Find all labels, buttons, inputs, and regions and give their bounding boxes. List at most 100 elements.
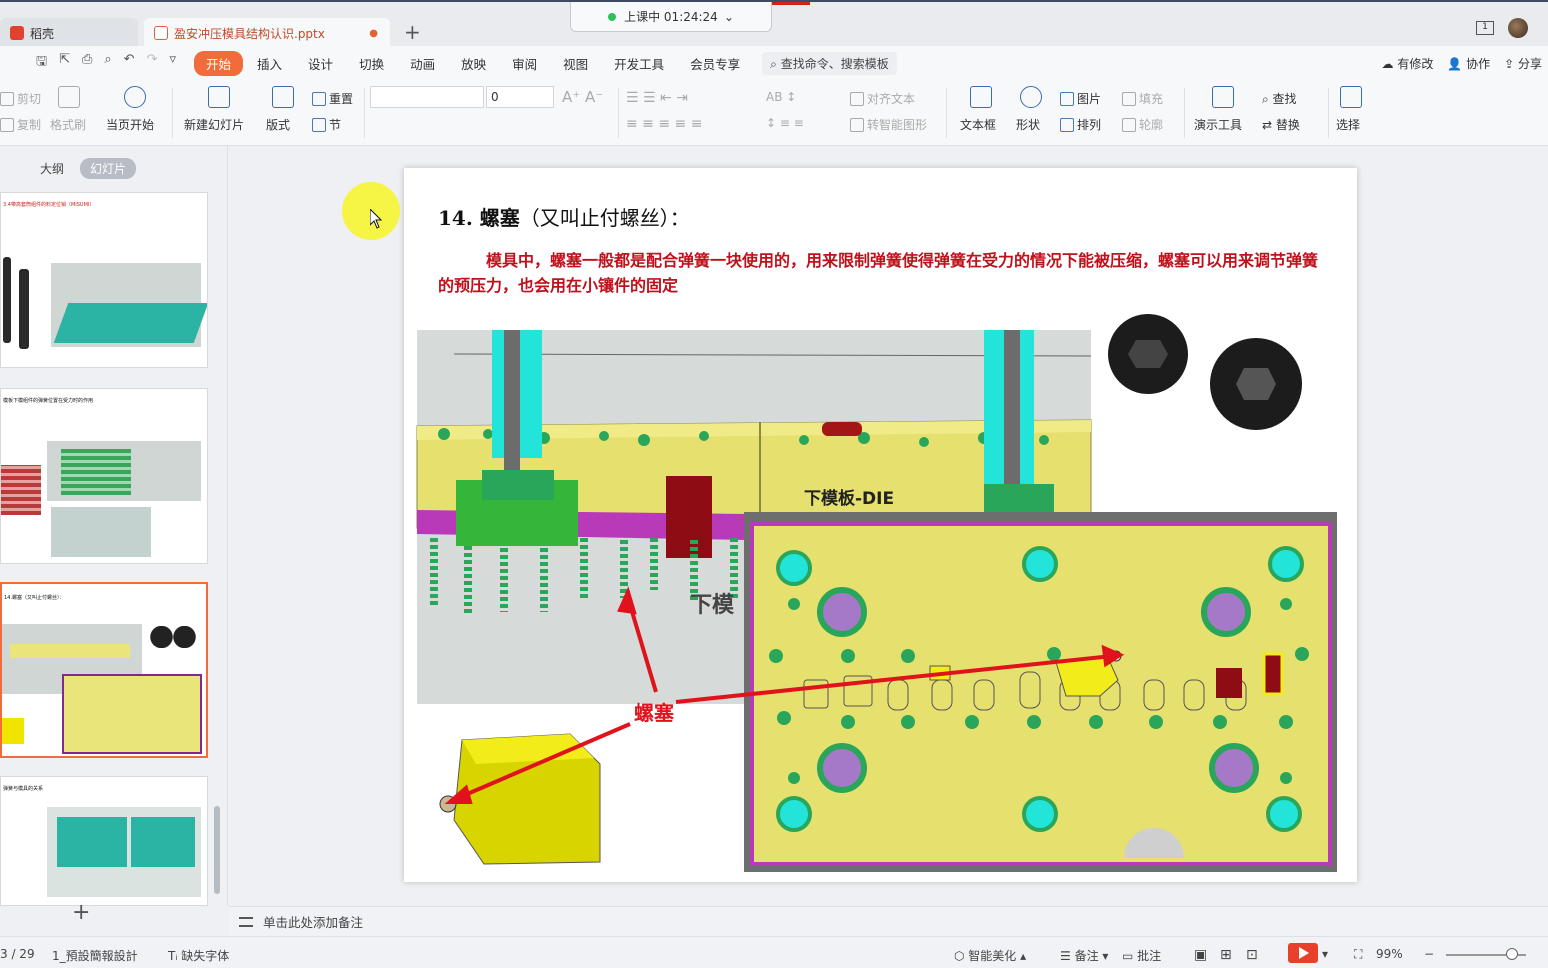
menu-developer[interactable]: 开发工具 [602,51,676,76]
menu-transition[interactable]: 切换 [347,51,396,76]
beautify-button[interactable]: ⬡ 智能美化 ▴ [954,947,1026,964]
fill-button[interactable]: 填充 [1122,90,1163,107]
layout-button[interactable]: 版式 [266,116,290,133]
zoom-out-icon[interactable]: − [1424,947,1434,961]
current-slide[interactable]: 14. 螺塞（又叫止付螺丝）： 模具中，螺塞一般都是配合弹簧一块使用的，用来限制… [404,168,1357,882]
beautify-icon: ⬡ [954,949,969,963]
fit-window-icon[interactable]: ⛶ [1354,947,1362,962]
green-bushing [984,484,1054,514]
picture-button[interactable]: 图片 [1060,90,1101,107]
title-bar: 稻壳 盈安冲压模具结构认识.pptx ● + 上课中 01:24:24 ⌄ 1 [0,0,1548,48]
slide-thumbnail-4[interactable]: 弹簧与模具的关系 [0,776,208,906]
reading-view-icon[interactable]: ⊡ [1246,947,1258,963]
text-direction-icon[interactable]: AB ↕ [766,90,796,104]
tab-outline[interactable]: 大纲 [30,158,74,179]
tab-home[interactable]: 稻壳 [0,18,138,48]
class-timer[interactable]: 上课中 01:24:24 ⌄ [570,2,772,32]
thumb-image [53,303,207,343]
print-preview-icon[interactable]: ⌕ [104,52,111,74]
divider [618,88,619,138]
chevron-down-icon[interactable]: ⌄ [724,10,734,24]
unsaved-dot-icon[interactable]: ● [369,28,378,39]
slide-panel: 大纲 幻灯片 3.4带高套筒组件的料定位销（MISUMI） 模板下模组件的弹簧位… [0,146,228,925]
thumb-title: 模板下模组件的弹簧位置在受力时的作用 [3,398,94,404]
die-figure[interactable]: 下模板-DIE 下模 螺塞 [404,168,1357,882]
textbox-button[interactable]: 文本框 [960,116,996,133]
slide-thumbnail-2[interactable]: 模板下模组件的弹簧位置在受力时的作用 [0,388,208,564]
layout-icon [272,86,294,108]
tab-home-label: 稻壳 [30,26,55,41]
add-slide-icon[interactable]: + [72,900,90,925]
new-slide-button[interactable]: 新建幻灯片 [184,116,244,133]
add-tab-icon[interactable]: + [404,20,421,44]
collaborate-label: 协作 [1466,56,1491,71]
print-icon[interactable]: ⎙ [82,52,92,74]
paragraph-align-icon[interactable]: ≡ ≡ ≡ ≡ ≡ [626,116,702,132]
command-search[interactable]: ⌕ 查找命令、搜索模板 [762,51,897,75]
menu-home[interactable]: 开始 [194,50,244,76]
missing-font-button[interactable]: Tᵢ 缺失字体 [168,947,229,964]
shape-button[interactable]: 形状 [1016,116,1040,133]
font-size-select[interactable]: 0 [486,86,554,108]
find-button[interactable]: ⌕ 查找 [1262,90,1297,107]
changes-button[interactable]: ☁ 有修改 [1381,55,1433,72]
grow-font-icon[interactable]: A⁺ A⁻ [562,88,603,106]
copy-button[interactable]: 复制 [0,116,41,133]
comments-toggle[interactable]: ▭ 批注 [1122,947,1161,964]
replace-button[interactable]: ⇄ 替换 [1262,116,1300,133]
redo-icon[interactable]: ↷ [147,52,158,74]
format-painter-button[interactable]: 格式刷 [50,116,86,133]
menu-member[interactable]: 会员专享 [678,51,752,76]
tab-slides[interactable]: 幻灯片 [80,158,137,179]
menu-slideshow[interactable]: 放映 [449,51,498,76]
save-icon[interactable]: 🖫 [36,52,47,74]
collaborate-button[interactable]: 👤 协作 [1447,55,1490,72]
menu-review[interactable]: 审阅 [500,51,549,76]
bullet-list-icon[interactable]: ☰ ☰ ⇤ ⇥ [626,90,688,106]
window-count-badge[interactable]: 1 [1476,21,1494,35]
thumb-title: 14.螺塞（又叫止付螺丝）： [4,595,65,601]
panel-scrollbar[interactable] [214,806,220,894]
select-icon [1340,86,1362,108]
select-button[interactable]: 选择 [1336,116,1360,133]
normal-view-icon[interactable]: ▣ [1194,947,1207,963]
slide-thumbnail-1[interactable]: 3.4带高套筒组件的料定位销（MISUMI） [0,192,208,368]
menu-design[interactable]: 设计 [296,51,345,76]
grid-view-icon[interactable]: ⊞ [1220,947,1232,963]
export-icon[interactable]: ⇱ [59,52,70,74]
slide-thumbnail-3[interactable]: 14.螺塞（又叫止付螺丝）： [0,582,208,758]
reset-button[interactable]: 重置 [312,90,353,107]
divider [1184,88,1185,138]
tab-document[interactable]: 盈安冲压模具结构认识.pptx ● [144,18,390,48]
template-name[interactable]: 1_預設簡報設計 [52,947,138,964]
arrange-button[interactable]: 排列 [1060,116,1101,133]
convert-smartart-button[interactable]: 转智能图形 [850,116,927,133]
section-button[interactable]: 节 [312,116,341,133]
undo-icon[interactable]: ↶ [124,52,135,74]
missing-font-label: 缺失字体 [181,949,230,963]
convert-smartart-label: 转智能图形 [867,118,928,132]
menu-insert[interactable]: 插入 [245,51,294,76]
zoom-level[interactable]: 99% [1376,947,1403,961]
slideshow-play-button[interactable] [1288,943,1318,963]
thumb-image [1,465,41,515]
font-name-select[interactable] [370,86,484,108]
presenter-tools-button[interactable]: 演示工具 [1194,116,1242,133]
format-painter-icon [58,86,80,108]
align-text-button[interactable]: 对齐文本 [850,90,915,107]
thumb-title: 弹簧与模具的关系 [3,786,44,792]
zoom-slider-handle[interactable] [1506,948,1518,960]
more-icon[interactable]: ▿ [169,52,176,74]
notes-bar[interactable]: 单击此处添加备注 [229,906,1548,936]
menu-animation[interactable]: 动画 [398,51,447,76]
line-spacing-icon[interactable]: ↕ ≡ ≡ [766,116,804,130]
share-button[interactable]: ⇪ 分享 [1504,55,1542,72]
page-indicator[interactable]: 3 / 29 [0,947,35,961]
avatar[interactable] [1508,18,1528,38]
play-options-icon[interactable]: ▾ [1322,947,1328,961]
outline-button[interactable]: 轮廓 [1122,116,1163,133]
play-current-button[interactable]: 当页开始 [106,116,154,133]
cut-button[interactable]: 剪切 [0,90,41,107]
menu-view[interactable]: 视图 [551,51,600,76]
notes-toggle[interactable]: ☰ 备注 ▾ [1060,947,1108,964]
